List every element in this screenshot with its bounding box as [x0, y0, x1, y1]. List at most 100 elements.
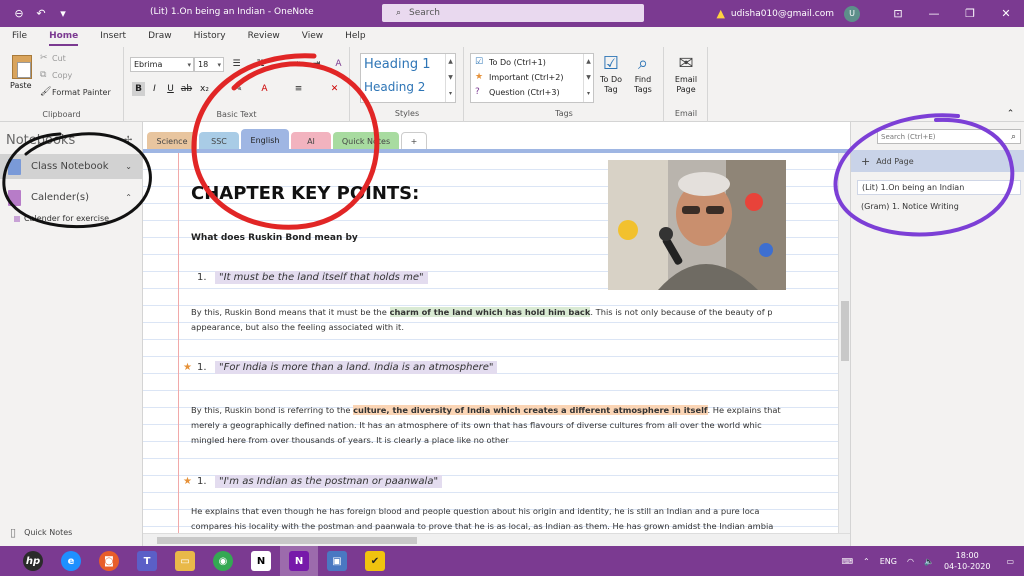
decrease-indent-icon[interactable]: ⇤ — [294, 57, 307, 71]
pin-icon[interactable]: ✢ — [124, 135, 132, 146]
add-section-button[interactable]: + — [401, 132, 427, 150]
format-painter-button[interactable]: 🖌 Format Painter — [40, 87, 111, 97]
taskbar-teams[interactable]: T — [128, 546, 166, 576]
keyboard-icon[interactable]: ⌨ — [841, 557, 853, 566]
page-scrollbar[interactable] — [838, 153, 850, 533]
show-hidden-icons[interactable]: ⌃ — [863, 557, 870, 566]
copy-button[interactable]: ⧉ Copy — [40, 70, 72, 80]
tab-ssc[interactable]: SSC — [199, 132, 239, 150]
avatar[interactable]: U — [844, 5, 860, 22]
back-icon[interactable]: ⊖ — [8, 0, 30, 27]
taskbar-notion[interactable]: N — [242, 546, 280, 576]
user-email[interactable]: udisha010@gmail.com — [731, 9, 834, 19]
quick-notes-link[interactable]: ▯ Quick Notes — [10, 526, 72, 539]
menu-home[interactable]: Home — [49, 31, 79, 46]
tab-quick-notes[interactable]: Quick Notes — [333, 132, 399, 150]
heading-1-style[interactable]: Heading 1 — [364, 57, 431, 72]
taskbar-chrome[interactable]: ◉ — [204, 546, 242, 576]
tab-science[interactable]: Science — [147, 132, 197, 150]
taskbar-internet-explorer[interactable]: e — [52, 546, 90, 576]
taskbar-file-explorer[interactable]: ▭ — [166, 546, 204, 576]
bold-button[interactable]: B — [132, 82, 145, 96]
wifi-icon[interactable]: ◠ — [907, 557, 914, 566]
volume-icon[interactable]: 🔈 — [924, 557, 934, 566]
quote-1[interactable]: 1. "It must be the land itself that hold… — [197, 271, 428, 284]
clear-formatting-icon[interactable]: A — [332, 57, 345, 71]
page-item-notice-writing[interactable]: (Gram) 1. Notice Writing — [857, 199, 1021, 214]
menu-file[interactable]: File — [12, 31, 27, 43]
notebook-class[interactable]: Class Notebook ⌄ — [0, 154, 142, 179]
taskbar-tasks[interactable]: ✔ — [356, 546, 394, 576]
search-box[interactable]: ⌕ Search — [382, 4, 644, 22]
taskbar-photos[interactable]: ▣ — [318, 546, 356, 576]
scrollbar-thumb[interactable] — [841, 301, 849, 361]
styles-scroll[interactable]: ▲ ▼ ▾ — [445, 54, 455, 102]
notifications-icon[interactable]: ▭ — [1006, 557, 1014, 566]
minimize-icon[interactable]: — — [916, 7, 952, 20]
collapse-ribbon-icon[interactable]: ⌃ — [1004, 107, 1017, 121]
tags-scroll[interactable]: ▲ ▼ ▾ — [583, 54, 593, 102]
align-icon[interactable]: ≡ — [292, 82, 305, 96]
delete-icon[interactable]: ✕ — [328, 82, 341, 96]
menu-insert[interactable]: Insert — [100, 31, 126, 43]
menu-view[interactable]: View — [302, 31, 323, 43]
numbering-icon[interactable]: ☷ — [254, 57, 267, 71]
font-color-icon[interactable]: A — [258, 82, 271, 96]
strikethrough-button[interactable]: ab — [180, 82, 193, 96]
language-indicator[interactable]: ENG — [880, 557, 897, 566]
menu-help[interactable]: Help — [345, 31, 366, 43]
margin-line — [178, 153, 179, 533]
important-tag-item[interactable]: ★ Important (Ctrl+2) — [475, 72, 563, 82]
close-icon[interactable]: ✕ — [988, 7, 1024, 20]
taskbar-hp[interactable]: hp — [14, 546, 52, 576]
page-canvas[interactable]: CHAPTER KEY POINTS: What does Ruskin Bon… — [143, 153, 850, 533]
h-scrollbar-thumb[interactable] — [157, 537, 417, 544]
question-tag-item[interactable]: ? Question (Ctrl+3) — [475, 87, 560, 97]
warning-icon[interactable]: ▲ — [716, 7, 724, 20]
basic-text-group: Ebrima ▾ 18 ▾ ☰ ☷ ⇤ ⇥ A B I U ab x₂ ✎ A ≡ … — [124, 47, 350, 122]
taskbar-zoom[interactable]: ◙ — [90, 546, 128, 576]
clock[interactable]: 18:00 04-10-2020 — [944, 550, 991, 572]
paragraph-3[interactable]: He explains that even though he has fore… — [191, 504, 773, 533]
quote-2[interactable]: 1. "For India is more than a land. India… — [197, 361, 498, 374]
question-heading[interactable]: What does Ruskin Bond mean by — [191, 233, 358, 243]
menu-history[interactable]: History — [194, 31, 226, 43]
paragraph-2[interactable]: By this, Ruskin bond is referring to the… — [191, 403, 781, 448]
horizontal-scrollbar[interactable] — [143, 533, 850, 546]
page-title[interactable]: CHAPTER KEY POINTS: — [191, 183, 419, 204]
add-page-button[interactable]: + Add Page — [851, 150, 1024, 172]
underline-button[interactable]: U — [164, 82, 177, 96]
font-name-select[interactable]: Ebrima ▾ — [130, 57, 194, 72]
heading-2-style[interactable]: Heading 2 — [364, 80, 425, 94]
find-tags-button[interactable]: ⌕ Find Tags — [626, 53, 660, 95]
menu-review[interactable]: Review — [248, 31, 280, 43]
ribbon-display-icon[interactable]: ⊡ — [880, 7, 916, 20]
cut-button[interactable]: ✂ Cut — [40, 53, 66, 63]
italic-button[interactable]: I — [148, 82, 161, 96]
section-calender-exercise[interactable]: Calender for exercise — [14, 214, 109, 223]
font-size-select[interactable]: 18 ▾ — [194, 57, 224, 72]
page-search-input[interactable]: Search (Ctrl+E) ⌕ — [877, 129, 1021, 144]
page-item-on-being-indian[interactable]: (Lit) 1.On being an Indian — [857, 180, 1021, 195]
bullets-icon[interactable]: ☰ — [230, 57, 243, 71]
chevron-down-icon[interactable]: ⌄ — [125, 162, 132, 171]
email-page-button[interactable]: ✉ Email Page — [669, 53, 703, 95]
paragraph-1[interactable]: By this, Ruskin Bond means that it must … — [191, 305, 773, 335]
restore-icon[interactable]: ❐ — [952, 7, 988, 20]
paste-icon[interactable] — [12, 55, 32, 79]
todo-tag-item[interactable]: ☑ To Do (Ctrl+1) — [475, 57, 546, 67]
quote-3[interactable]: 1. "I'm as Indian as the postman or paan… — [197, 475, 443, 488]
menu-draw[interactable]: Draw — [148, 31, 172, 43]
paste-button[interactable]: Paste — [10, 81, 32, 90]
todo-tag-button[interactable]: ☑ To Do Tag — [594, 53, 628, 95]
notebook-calender[interactable]: Calender(s) ⌃ — [0, 185, 142, 210]
taskbar-onenote[interactable]: N — [280, 546, 318, 576]
highlighter-icon[interactable]: ✎ — [232, 82, 245, 96]
tab-english[interactable]: English — [241, 129, 289, 151]
subscript-button[interactable]: x₂ — [198, 82, 211, 96]
tab-ai[interactable]: AI — [291, 132, 331, 150]
increase-indent-icon[interactable]: ⇥ — [310, 57, 323, 71]
undo-icon[interactable]: ↶ — [30, 0, 52, 27]
chevron-up-icon[interactable]: ⌃ — [125, 193, 132, 202]
quick-access-menu-icon[interactable]: ▾ — [52, 0, 74, 27]
